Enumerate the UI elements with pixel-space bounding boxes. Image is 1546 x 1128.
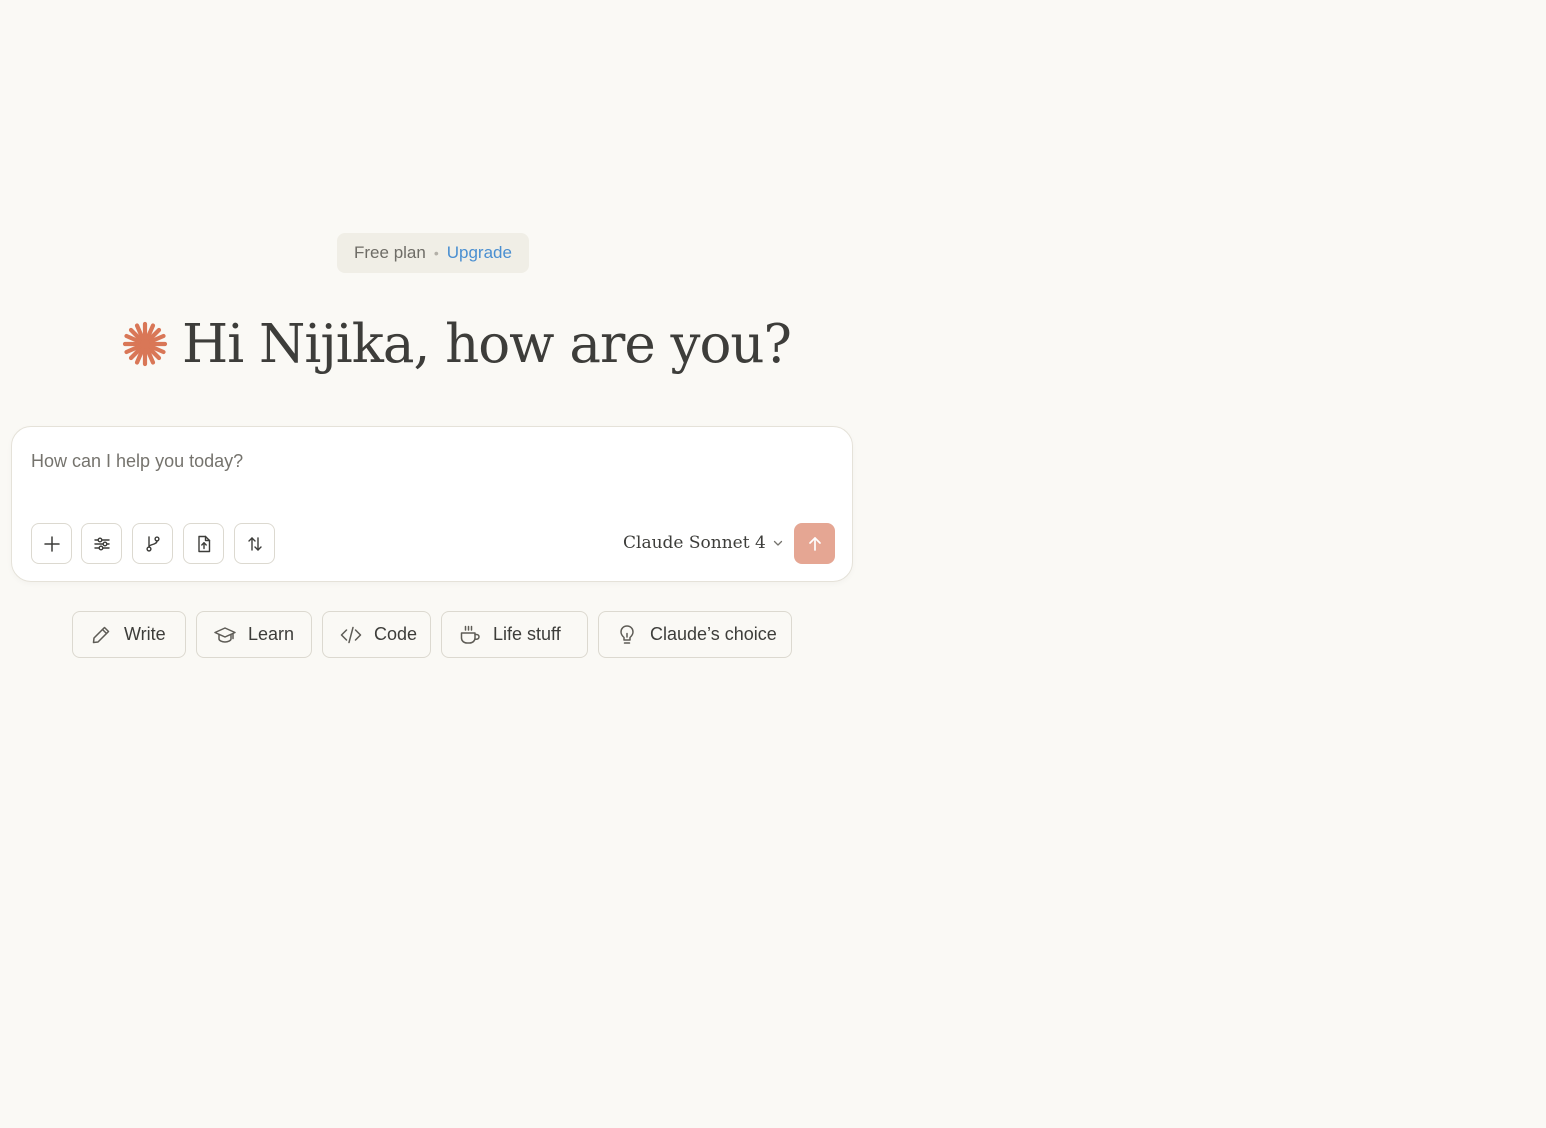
- upload-file-button[interactable]: [183, 523, 224, 564]
- connect-repo-button[interactable]: [132, 523, 173, 564]
- suggestion-write[interactable]: Write: [72, 611, 186, 658]
- upgrade-link[interactable]: Upgrade: [447, 243, 512, 263]
- suggestion-label: Write: [124, 624, 166, 644]
- suggestion-learn[interactable]: Learn: [196, 611, 312, 658]
- graduation-cap-icon: [214, 626, 236, 643]
- search-and-tools-button[interactable]: [81, 523, 122, 564]
- suggestion-life-stuff[interactable]: Life stuff: [441, 611, 588, 658]
- suggestion-label: Code: [374, 624, 418, 644]
- add-content-button[interactable]: [31, 523, 72, 564]
- git-branch-icon: [145, 535, 160, 552]
- coffee-cup-icon: [460, 625, 480, 644]
- new-chat-page: Free plan • Upgrade Hi Nijika, how are y…: [0, 0, 1546, 1128]
- suggestion-label: Claude’s choice: [650, 624, 777, 644]
- suggestion-claudes-choice[interactable]: Claude’s choice: [598, 611, 792, 658]
- spark-icon: [122, 321, 168, 367]
- chat-input[interactable]: [31, 447, 811, 475]
- suggestion-code[interactable]: Code: [322, 611, 431, 658]
- plan-label: Free plan: [354, 243, 426, 262]
- sort-toggle-button[interactable]: [234, 523, 275, 564]
- pencil-icon: [92, 626, 110, 643]
- chevron-down-icon: [773, 540, 782, 546]
- lightbulb-icon: [620, 624, 634, 644]
- suggestion-label: Learn: [248, 624, 295, 644]
- model-label: Claude Sonnet 4: [623, 533, 766, 553]
- send-button[interactable]: [794, 523, 835, 564]
- model-selector[interactable]: Claude Sonnet 4: [623, 527, 784, 559]
- plus-icon: [43, 535, 60, 552]
- greeting-text: Hi Nijika, how are you?: [182, 313, 792, 375]
- sliders-icon: [93, 536, 110, 550]
- greeting: Hi Nijika, how are you?: [122, 308, 792, 380]
- suggestion-label: Life stuff: [493, 624, 561, 644]
- arrows-up-down-icon: [247, 536, 262, 551]
- code-icon: [340, 626, 362, 643]
- plan-badge: Free plan • Upgrade: [337, 233, 529, 273]
- file-upload-icon: [197, 535, 210, 552]
- plan-separator: •: [433, 245, 439, 261]
- arrow-up-icon: [808, 536, 821, 551]
- chat-composer: Claude Sonnet 4: [11, 426, 853, 582]
